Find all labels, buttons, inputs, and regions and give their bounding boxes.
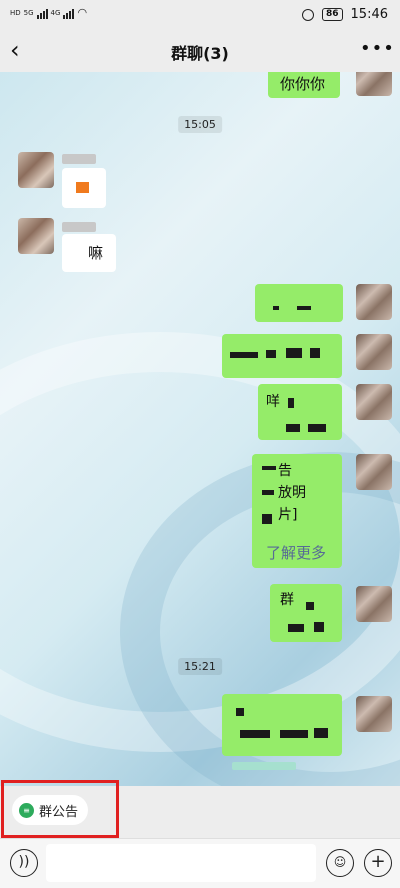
pixelated-text [240, 730, 270, 738]
network-4g-label: 4G [50, 8, 61, 17]
pixelated-text [262, 514, 272, 524]
voice-icon[interactable]: )) [10, 849, 38, 877]
message-text: 咩 [266, 394, 280, 410]
chat-header: ‹ 群聊(3) ••• [0, 30, 400, 72]
message-text: 嘛 [88, 244, 104, 262]
pixelated-text [230, 352, 258, 358]
input-bar: )) ☺ + [0, 838, 400, 888]
highlight-box [1, 780, 119, 838]
status-indicator [232, 762, 296, 770]
message-bubble[interactable]: 告 放明 片] 了解更多 [252, 454, 342, 568]
status-right: 86 15:46 [302, 7, 388, 22]
pixelated-text [310, 348, 320, 358]
avatar[interactable] [18, 218, 54, 254]
pixelated-text [236, 708, 244, 716]
clock: 15:46 [350, 7, 388, 22]
message-text: 放明 [278, 485, 306, 501]
avatar[interactable] [356, 334, 392, 370]
sender-name [62, 222, 96, 232]
network-5g-label: 5G [23, 8, 34, 17]
pixelated-text [297, 306, 311, 310]
battery-icon: 86 [322, 8, 343, 21]
pixelated-text [280, 730, 308, 738]
message-bubble[interactable] [222, 694, 342, 756]
pixelated-text [288, 398, 294, 408]
avatar[interactable] [18, 152, 54, 188]
image-thumbnail [76, 182, 89, 193]
pixelated-text [306, 602, 314, 610]
pixelated-text [262, 490, 274, 495]
message-bubble[interactable]: 群 [270, 584, 342, 642]
pixelated-text [288, 624, 304, 632]
status-bar: HD 5G 4G ◠ 86 15:46 [0, 0, 400, 30]
message-bubble[interactable] [222, 334, 342, 378]
message-text: 群 [280, 592, 294, 608]
avatar[interactable] [356, 384, 392, 420]
message-bubble[interactable] [255, 284, 343, 322]
more-dots-icon[interactable]: ••• [360, 38, 394, 62]
wifi-icon: ◠ [77, 6, 88, 19]
message-bubble[interactable]: 咩 [258, 384, 342, 440]
avatar[interactable] [356, 696, 392, 732]
message-bubble[interactable]: 你你你 [268, 72, 340, 98]
message-text: 告 [278, 463, 292, 479]
pixelated-text [314, 622, 324, 632]
signal-icon [36, 7, 48, 19]
pixelated-text [308, 424, 326, 432]
message-text: 你你你 [280, 75, 326, 93]
emoji-icon[interactable]: ☺ [326, 849, 354, 877]
pixelated-text [273, 306, 279, 310]
avatar[interactable] [356, 72, 392, 96]
message-text: 片] [278, 507, 298, 523]
signal-icon-2 [63, 7, 75, 19]
message-input[interactable] [46, 844, 316, 882]
message-bubble[interactable] [62, 168, 106, 208]
pixelated-text [286, 348, 302, 358]
network-indicators: HD 5G 4G ◠ [10, 6, 87, 19]
timestamp: 15:21 [178, 658, 222, 675]
chat-title: 群聊(3) [171, 44, 229, 63]
pixelated-text [314, 728, 328, 738]
hd-label: HD [10, 8, 21, 17]
alarm-icon [302, 8, 314, 21]
timestamp: 15:05 [178, 116, 222, 133]
message-bubble[interactable]: 嘛 [62, 234, 116, 272]
pixelated-text [262, 466, 276, 470]
avatar[interactable] [356, 586, 392, 622]
avatar[interactable] [356, 284, 392, 320]
plus-icon[interactable]: + [364, 849, 392, 877]
pixelated-text [266, 350, 276, 358]
sender-name [62, 154, 96, 164]
avatar[interactable] [356, 454, 392, 490]
chat-messages[interactable]: 你你你 15:05 嘛 咩 告 放明 片] 了解更多 群 15:21 [0, 72, 400, 786]
pixelated-text [286, 424, 300, 432]
learn-more-link[interactable]: 了解更多 [266, 542, 326, 564]
